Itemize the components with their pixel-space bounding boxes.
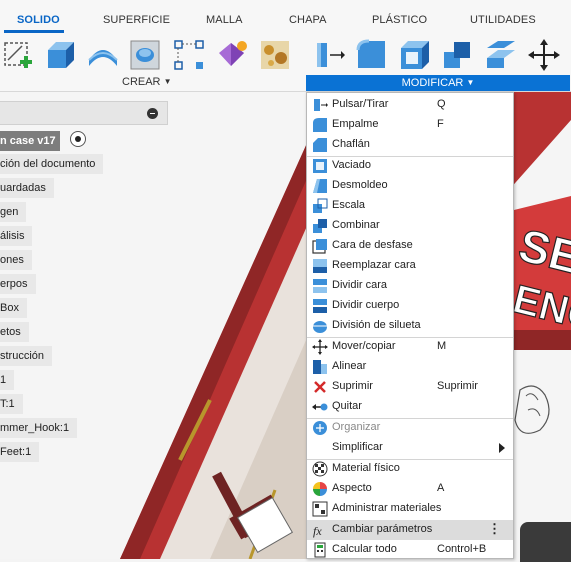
insert-component-icon[interactable] bbox=[216, 38, 250, 72]
menu-item-mover-copiar[interactable]: Mover/copiar M bbox=[307, 337, 513, 357]
minimize-icon[interactable] bbox=[147, 108, 158, 119]
extrude-icon[interactable] bbox=[44, 38, 78, 72]
remove-icon bbox=[312, 403, 328, 411]
scale-icon bbox=[313, 198, 328, 213]
menu-item-administrar-materiales[interactable]: Administrar materiales bbox=[307, 499, 513, 519]
revolve-icon[interactable] bbox=[86, 38, 120, 72]
appearance-icon bbox=[313, 482, 327, 496]
menu-item-organizar[interactable]: Organizar bbox=[307, 418, 513, 438]
offset-face-icon bbox=[312, 239, 327, 254]
split-body-icon bbox=[313, 299, 327, 313]
replace-face-icon bbox=[313, 259, 327, 273]
browser-item[interactable]: T:1 bbox=[0, 394, 23, 414]
active-radio-icon[interactable] bbox=[70, 131, 86, 147]
move-icon bbox=[312, 339, 328, 355]
change-parameters-icon: fx bbox=[313, 524, 322, 538]
browser-item[interactable]: álisis bbox=[0, 226, 33, 246]
svg-text:fx: fx bbox=[313, 524, 322, 538]
menu-item-dividir-cuerpo[interactable]: Dividir cuerpo bbox=[307, 296, 513, 316]
crear-group-button[interactable]: CREAR ▼ bbox=[122, 76, 172, 88]
manage-materials-icon bbox=[312, 501, 328, 517]
menu-item-alinear[interactable]: Alinear bbox=[307, 357, 513, 377]
fillet-icon bbox=[313, 118, 327, 132]
browser-item[interactable]: gen bbox=[0, 202, 27, 222]
menu-item-division-de-silueta[interactable]: División de silueta bbox=[307, 316, 513, 336]
browser-item[interactable]: mmer_Hook:1 bbox=[0, 418, 78, 438]
tab-utilidades[interactable]: UTILIDADES bbox=[470, 14, 536, 26]
hole-icon[interactable] bbox=[128, 38, 162, 72]
caret-down-icon: ▼ bbox=[466, 78, 475, 87]
menu-item-desmoldeo[interactable]: Desmoldeo bbox=[307, 176, 513, 196]
press-pull-tool-icon[interactable] bbox=[312, 38, 346, 72]
caret-down-icon: ▼ bbox=[163, 77, 172, 86]
menu-item-calcular-todo[interactable]: Calcular todo Control+B bbox=[307, 540, 513, 560]
menu-item-chaflan[interactable]: Chaflán bbox=[307, 135, 513, 155]
browser-root-item[interactable]: n case v17 bbox=[0, 131, 60, 151]
browser-item[interactable]: strucción bbox=[0, 346, 53, 366]
press-pull-icon bbox=[314, 99, 328, 111]
align-icon bbox=[313, 360, 327, 374]
submenu-arrow-icon bbox=[499, 443, 505, 453]
menu-item-empalme[interactable]: Empalme F bbox=[307, 115, 513, 135]
tab-solido[interactable]: SOLIDO bbox=[17, 14, 60, 26]
menu-item-escala[interactable]: Escala bbox=[307, 196, 513, 216]
browser-item[interactable]: uardadas bbox=[0, 178, 54, 198]
pattern-icon[interactable] bbox=[172, 38, 206, 72]
modificar-group-button[interactable]: MODIFICAR ▼ bbox=[306, 75, 570, 91]
menu-item-cambiar-parametros[interactable]: fx Cambiar parámetros ⋮ bbox=[307, 520, 513, 540]
ribbon-tabs: SOLIDO SUPERFICIE MALLA CHAPA PLÁSTICO U… bbox=[0, 0, 571, 36]
menu-item-material-fisico[interactable]: Material físico bbox=[307, 459, 513, 479]
browser-panel-header bbox=[0, 101, 168, 125]
menu-item-quitar[interactable]: Quitar bbox=[307, 397, 513, 417]
menu-item-pulsar-tirar[interactable]: Pulsar/Tirar Q bbox=[307, 95, 513, 115]
move-tool-icon[interactable] bbox=[527, 38, 561, 72]
navigation-widget[interactable] bbox=[520, 522, 571, 562]
tab-chapa[interactable]: CHAPA bbox=[289, 14, 327, 26]
menu-item-aspecto[interactable]: Aspecto A bbox=[307, 479, 513, 499]
delete-icon bbox=[314, 381, 326, 393]
physical-material-icon bbox=[312, 461, 328, 477]
menu-item-reemplazar-cara[interactable]: Reemplazar cara bbox=[307, 256, 513, 276]
browser-item[interactable]: Feet:1 bbox=[0, 442, 40, 462]
menu-item-dividir-cara[interactable]: Dividir cara bbox=[307, 276, 513, 296]
silhouette-split-icon bbox=[313, 321, 327, 333]
draft-icon bbox=[313, 179, 327, 193]
combine-tool-icon[interactable] bbox=[441, 38, 475, 72]
browser-item[interactable]: etos bbox=[0, 322, 29, 342]
shell-icon bbox=[313, 159, 327, 173]
more-options-icon[interactable]: ⋮ bbox=[488, 522, 501, 535]
menu-item-suprimir[interactable]: Suprimir Suprimir bbox=[307, 377, 513, 397]
tab-plastico[interactable]: PLÁSTICO bbox=[372, 14, 427, 26]
split-face-icon bbox=[313, 279, 327, 293]
chamfer-icon bbox=[313, 138, 327, 152]
modificar-label: MODIFICAR bbox=[401, 77, 464, 89]
decal-icon[interactable] bbox=[258, 38, 292, 72]
active-tab-indicator bbox=[4, 30, 64, 33]
menu-item-cara-de-desfase[interactable]: Cara de desfase bbox=[307, 236, 513, 256]
menu-item-vaciado[interactable]: Vaciado bbox=[307, 156, 513, 176]
create-sketch-icon[interactable] bbox=[2, 38, 36, 72]
browser-item[interactable]: ción del documento bbox=[0, 154, 104, 174]
menu-item-simplificar[interactable]: Simplificar bbox=[307, 438, 513, 458]
crear-label: CREAR bbox=[122, 76, 161, 88]
tab-malla[interactable]: MALLA bbox=[206, 14, 243, 26]
browser-item[interactable]: Box bbox=[0, 298, 27, 318]
browser-item[interactable]: 1 bbox=[0, 370, 15, 390]
fillet-tool-icon[interactable] bbox=[355, 38, 389, 72]
modificar-menu: Pulsar/Tirar Q Empalme F Chaflán Vaciado… bbox=[306, 92, 514, 559]
combine-icon bbox=[313, 219, 327, 233]
browser-item[interactable]: ones bbox=[0, 250, 32, 270]
shell-tool-icon[interactable] bbox=[398, 38, 432, 72]
compute-all-icon bbox=[314, 542, 326, 558]
tab-superficie[interactable]: SUPERFICIE bbox=[103, 14, 170, 26]
arrange-icon bbox=[313, 421, 327, 435]
menu-item-combinar[interactable]: Combinar bbox=[307, 216, 513, 236]
offset-face-tool-icon[interactable] bbox=[484, 38, 518, 72]
browser-item[interactable]: erpos bbox=[0, 274, 36, 294]
